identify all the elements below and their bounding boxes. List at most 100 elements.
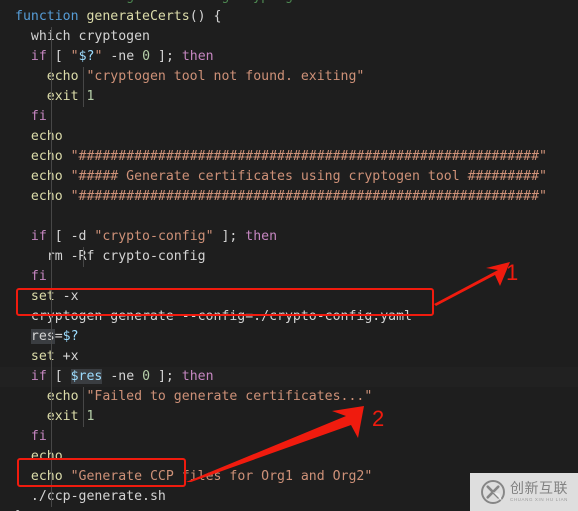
indent-guide xyxy=(51,367,52,387)
code-token: "Generate CCP files for Org1 and Org2" xyxy=(62,469,373,484)
code-line[interactable]: cryptogen generate --config=./crypto-con… xyxy=(0,307,578,327)
code-line[interactable]: # Generates org certs using cryptogen to… xyxy=(0,0,578,7)
code-token: fi xyxy=(30,109,47,124)
code-token: then xyxy=(181,369,214,384)
code-token: $res xyxy=(70,369,103,384)
code-token: ]; xyxy=(150,49,182,64)
code-token: " xyxy=(70,49,79,64)
watermark: 创新互联 CHUANG XIN HU LIAN xyxy=(470,473,578,511)
code-line[interactable]: echo "cryptogen tool not found. exiting" xyxy=(0,67,578,87)
watermark-pinyin-text: CHUANG XIN HU LIAN xyxy=(509,496,569,502)
code-token: echo xyxy=(30,189,63,204)
code-token: 0 xyxy=(142,49,151,64)
indent-guide xyxy=(51,447,52,467)
indent-guide xyxy=(51,207,52,227)
watermark-text: 创新互联 CHUANG XIN HU LIAN xyxy=(510,482,568,503)
code-line[interactable]: echo "##################################… xyxy=(0,147,578,167)
code-line[interactable]: echo xyxy=(0,447,578,467)
code-line[interactable]: echo "##### Generate certificates using … xyxy=(0,167,578,187)
code-token: which cryptogen xyxy=(15,29,150,44)
code-token: = xyxy=(54,329,63,344)
code-token: echo xyxy=(30,449,63,464)
code-token: cryptogen generate --config=./crypto-con… xyxy=(15,309,412,324)
indent-guide xyxy=(51,407,52,427)
code-line[interactable]: fi xyxy=(0,267,578,287)
code-token: 0 xyxy=(142,369,151,384)
indent-guide xyxy=(51,287,52,307)
code-editor-viewport[interactable]: # Generates org certs using cryptogen to… xyxy=(0,0,578,511)
indent-guide xyxy=(51,247,52,267)
indent-guide xyxy=(51,327,52,347)
code-line[interactable]: set -x xyxy=(0,287,578,307)
code-token: echo xyxy=(30,469,63,484)
code-token: ./ccp-generate.sh xyxy=(15,489,166,504)
code-token: "#######################################… xyxy=(62,189,547,204)
code-line[interactable] xyxy=(0,207,578,227)
code-token: -ne xyxy=(102,49,143,64)
code-line[interactable]: if [ -d "crypto-config" ]; then xyxy=(0,227,578,247)
code-content[interactable]: # Generates org certs using cryptogen to… xyxy=(0,0,578,511)
indent-guide xyxy=(83,87,84,107)
code-line[interactable]: exit 1 xyxy=(0,407,578,427)
code-token: then xyxy=(181,49,214,64)
indent-guide xyxy=(51,347,52,367)
code-token: "#######################################… xyxy=(62,149,547,164)
code-line[interactable]: function generateCerts() { xyxy=(0,7,578,27)
code-line[interactable]: echo "Failed to generate certificates...… xyxy=(0,387,578,407)
indent-guide xyxy=(51,127,52,147)
indent-guide xyxy=(51,47,52,67)
code-line[interactable]: echo xyxy=(0,127,578,147)
code-token: [ -d xyxy=(46,229,95,244)
indent-guide xyxy=(83,67,84,87)
code-token: -ne xyxy=(102,369,143,384)
indent-guide xyxy=(83,247,84,267)
code-token: echo xyxy=(30,129,63,144)
code-token: $? xyxy=(78,49,95,64)
code-token: $? xyxy=(62,329,79,344)
indent-guide xyxy=(51,487,52,507)
code-token: # Generates org certs using cryptogen to… xyxy=(15,0,348,4)
code-line[interactable]: fi xyxy=(0,427,578,447)
code-token: -x xyxy=(54,289,79,304)
code-line[interactable]: rm -Rf crypto-config xyxy=(0,247,578,267)
indent-guide xyxy=(51,227,52,247)
code-line[interactable]: fi xyxy=(0,107,578,127)
code-line[interactable]: if [ "$?" -ne 0 ]; then xyxy=(0,47,578,67)
indent-guide xyxy=(51,267,52,287)
code-line[interactable]: set +x xyxy=(0,347,578,367)
indent-guide xyxy=(51,167,52,187)
indent-guide xyxy=(51,147,52,167)
code-token: generateCerts xyxy=(86,9,190,24)
code-token: "crypto-config" xyxy=(94,229,214,244)
code-line[interactable]: exit 1 xyxy=(0,87,578,107)
code-token: rm -Rf crypto-config xyxy=(15,249,206,264)
indent-guide xyxy=(51,387,52,407)
code-line[interactable]: which cryptogen xyxy=(0,27,578,47)
code-token: 1 xyxy=(86,89,95,104)
indent-guide xyxy=(51,427,52,447)
code-token: "cryptogen tool not found. exiting" xyxy=(78,69,365,84)
indent-guide xyxy=(83,387,84,407)
watermark-chinese-text: 创新互联 xyxy=(509,480,568,497)
code-line[interactable]: echo "##################################… xyxy=(0,187,578,207)
code-line[interactable]: res=$? xyxy=(0,327,578,347)
code-line[interactable]: if [ $res -ne 0 ]; then xyxy=(0,367,578,387)
code-token: if xyxy=(30,49,47,64)
indent-guide xyxy=(83,407,84,427)
code-token: if xyxy=(30,369,47,384)
code-token: fi xyxy=(30,429,47,444)
